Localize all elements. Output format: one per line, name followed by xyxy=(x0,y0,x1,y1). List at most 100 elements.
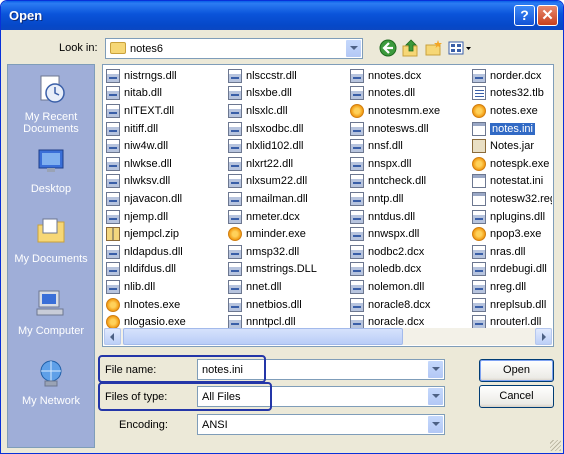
file-item[interactable]: nlib.dll xyxy=(106,278,228,296)
file-item[interactable]: notespk.exe xyxy=(472,155,552,173)
file-item[interactable]: nmailman.dll xyxy=(228,190,350,208)
help-button[interactable]: ? xyxy=(514,5,535,26)
file-name: nmstrings.DLL xyxy=(246,263,317,276)
file-item[interactable]: Notes.jar xyxy=(472,137,552,155)
file-item[interactable]: nnsf.dll xyxy=(350,137,472,155)
views-menu-icon[interactable] xyxy=(448,39,472,57)
encoding-combo[interactable]: ANSI xyxy=(197,414,445,435)
dll-file-icon xyxy=(350,209,364,224)
open-button[interactable]: Open xyxy=(479,359,554,382)
scroll-right-button[interactable] xyxy=(535,328,552,345)
dcx-file-icon xyxy=(350,244,364,259)
file-item[interactable]: nnet.dll xyxy=(228,278,350,296)
file-name: nntcheck.dll xyxy=(368,175,427,188)
dll-file-icon xyxy=(228,174,242,189)
file-column-1: nistrngs.dll nitab.dll nITEXT.dll nitiff.dl… xyxy=(106,67,228,331)
close-button[interactable]: ✕ xyxy=(537,5,558,26)
file-item[interactable]: njemp.dll xyxy=(106,208,228,226)
file-item[interactable]: nmeter.dcx xyxy=(228,208,350,226)
tlb-file-icon xyxy=(472,86,486,101)
file-item[interactable]: nnotesmm.exe xyxy=(350,102,472,120)
chevron-down-icon[interactable] xyxy=(427,387,444,406)
file-item[interactable]: nnotes.dcx xyxy=(350,67,472,85)
file-item[interactable]: nitiff.dll xyxy=(106,120,228,138)
file-item[interactable]: nnwspx.dll xyxy=(350,225,472,243)
file-item[interactable]: nlsccstr.dll xyxy=(228,67,350,85)
scroll-left-button[interactable] xyxy=(104,328,121,345)
file-item[interactable]: nminder.exe xyxy=(228,225,350,243)
file-item[interactable]: nlnotes.exe xyxy=(106,296,228,314)
file-item[interactable]: nolemon.dll xyxy=(350,278,472,296)
file-item[interactable]: nntcheck.dll xyxy=(350,173,472,191)
place-my-computer[interactable]: My Computer xyxy=(8,287,94,337)
file-item[interactable]: nnotes.dll xyxy=(350,85,472,103)
file-item[interactable]: nnotesws.dll xyxy=(350,120,472,138)
file-item[interactable]: nitab.dll xyxy=(106,85,228,103)
chevron-down-icon[interactable] xyxy=(427,360,444,379)
file-item[interactable]: nreplsub.dll xyxy=(472,296,552,314)
file-item[interactable]: nras.dll xyxy=(472,243,552,261)
file-item[interactable]: notesw32.reg xyxy=(472,190,552,208)
file-item[interactable]: norder.dcx xyxy=(472,67,552,85)
file-item[interactable]: nodbc2.dcx xyxy=(350,243,472,261)
file-item[interactable]: notestat.ini xyxy=(472,173,552,191)
up-folder-icon[interactable] xyxy=(402,39,420,57)
places-bar: My Recent Documents Desktop My Documents xyxy=(7,64,95,448)
look-in-combo[interactable]: notes6 xyxy=(105,38,363,59)
file-item[interactable]: nldapdus.dll xyxy=(106,243,228,261)
file-column-4: norder.dcx notes32.tlb notes.exe notes.ini N… xyxy=(472,67,552,331)
file-name: nnspx.dll xyxy=(368,157,412,170)
file-item[interactable]: notes.exe xyxy=(472,102,552,120)
scroll-thumb[interactable] xyxy=(123,328,403,345)
file-item[interactable]: nmsp32.dll xyxy=(228,243,350,261)
file-item[interactable]: nlsxbe.dll xyxy=(228,85,350,103)
file-item[interactable]: nrdebugi.dll xyxy=(472,261,552,279)
file-item[interactable]: nlxlid102.dll xyxy=(228,137,350,155)
file-item[interactable]: noracle8.dcx xyxy=(350,296,472,314)
file-name: noracle8.dcx xyxy=(368,298,431,311)
place-desktop[interactable]: Desktop xyxy=(8,145,94,195)
file-item[interactable]: nmstrings.DLL xyxy=(228,261,350,279)
place-my-documents[interactable]: My Documents xyxy=(8,215,94,265)
file-list[interactable]: nistrngs.dll nitab.dll nITEXT.dll nitiff.dl… xyxy=(102,64,554,347)
file-item[interactable]: njempcl.zip xyxy=(106,225,228,243)
look-in-label: Look in: xyxy=(59,42,98,54)
place-my-recent-documents[interactable]: My Recent Documents xyxy=(8,73,94,135)
file-item[interactable]: njavacon.dll xyxy=(106,190,228,208)
file-item[interactable]: nlwksv.dll xyxy=(106,173,228,191)
back-arrow-icon[interactable] xyxy=(379,39,397,57)
chevron-down-icon[interactable] xyxy=(427,415,444,434)
file-item[interactable]: nnspx.dll xyxy=(350,155,472,173)
horizontal-scrollbar[interactable] xyxy=(104,328,552,345)
file-item[interactable]: notes.ini xyxy=(472,120,552,138)
file-item[interactable]: nreg.dll xyxy=(472,278,552,296)
chevron-down-icon[interactable] xyxy=(345,39,362,58)
dll-file-icon xyxy=(106,244,120,259)
file-name: nnotesws.dll xyxy=(368,122,429,135)
resize-grip[interactable] xyxy=(550,440,561,451)
file-item[interactable]: noledb.dcx xyxy=(350,261,472,279)
file-item[interactable]: nlsxodbc.dll xyxy=(228,120,350,138)
file-item[interactable]: nldifdus.dll xyxy=(106,261,228,279)
dll-file-icon xyxy=(228,279,242,294)
file-item[interactable]: nlsxlc.dll xyxy=(228,102,350,120)
file-item[interactable]: nnetbios.dll xyxy=(228,296,350,314)
title-bar[interactable]: Open ? ✕ xyxy=(1,1,563,30)
file-name: nnotes.dcx xyxy=(368,69,422,82)
new-folder-icon[interactable] xyxy=(425,39,443,57)
file-item[interactable]: nntdus.dll xyxy=(350,208,472,226)
file-item[interactable]: nlwkse.dll xyxy=(106,155,228,173)
file-item[interactable]: niw4w.dll xyxy=(106,137,228,155)
file-item[interactable]: nistrngs.dll xyxy=(106,67,228,85)
file-item[interactable]: nplugins.dll xyxy=(472,208,552,226)
dcx-file-icon xyxy=(472,68,486,83)
file-item[interactable]: nlxsum22.dll xyxy=(228,173,350,191)
file-item[interactable]: nITEXT.dll xyxy=(106,102,228,120)
file-item[interactable]: notes32.tlb xyxy=(472,85,552,103)
file-item[interactable]: nlxrt22.dll xyxy=(228,155,350,173)
file-item[interactable]: nntp.dll xyxy=(350,190,472,208)
file-item[interactable]: npop3.exe xyxy=(472,225,552,243)
place-my-network[interactable]: My Network xyxy=(8,357,94,407)
file-name: nnotes.dll xyxy=(368,87,416,100)
cancel-button[interactable]: Cancel xyxy=(479,385,554,408)
